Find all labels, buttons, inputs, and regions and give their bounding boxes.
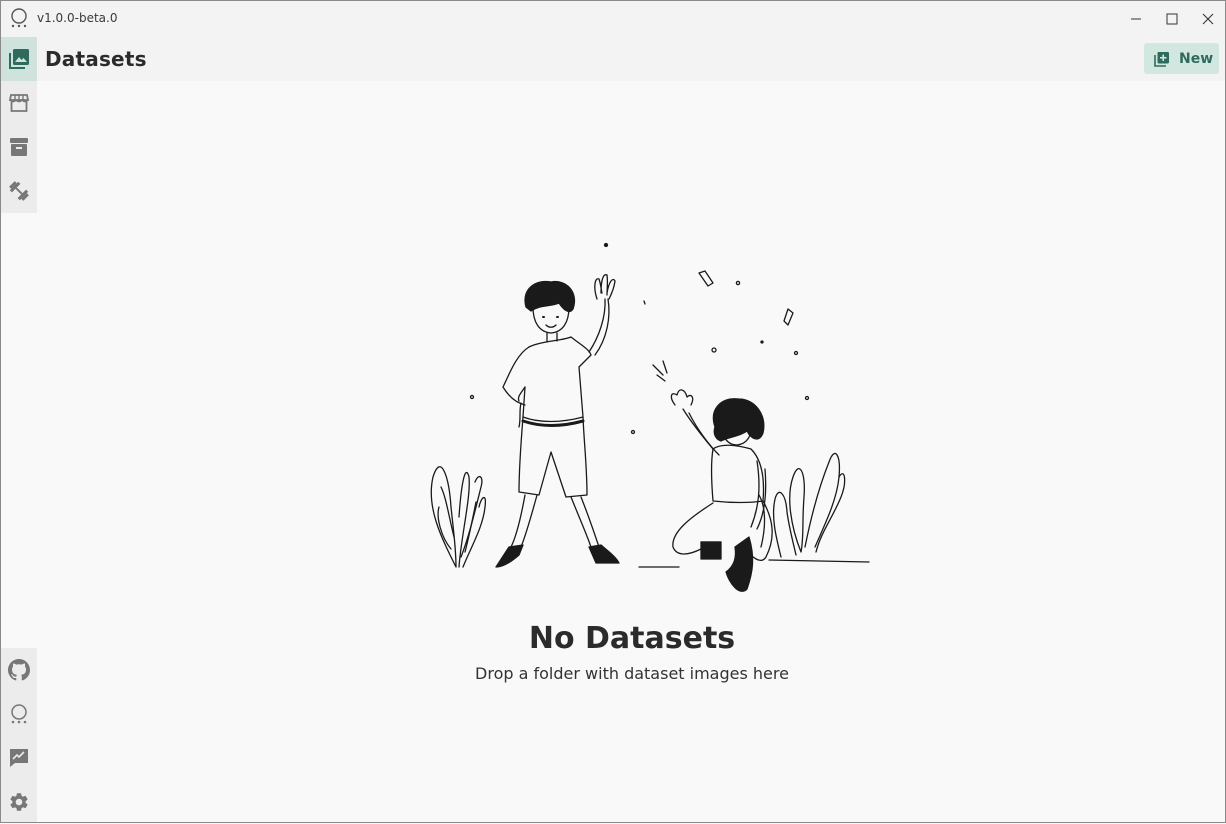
github-icon bbox=[8, 659, 30, 681]
minimize-button[interactable] bbox=[1118, 1, 1154, 37]
empty-state-illustration bbox=[430, 242, 870, 592]
archive-box-icon bbox=[10, 138, 28, 156]
add-image-icon bbox=[1154, 51, 1169, 67]
storefront-icon bbox=[8, 94, 30, 112]
new-button-label: New bbox=[1179, 50, 1214, 67]
app-logo-icon bbox=[11, 704, 27, 724]
image-stack-icon bbox=[9, 49, 29, 69]
sidebar-item-training[interactable] bbox=[1, 169, 37, 213]
sidebar-item-feedback[interactable] bbox=[1, 736, 37, 780]
sidebar-item-settings[interactable] bbox=[1, 780, 37, 824]
sidebar-item-marketplace[interactable] bbox=[1, 81, 37, 125]
close-button[interactable] bbox=[1190, 1, 1226, 37]
sidebar-item-app-logo[interactable] bbox=[1, 692, 37, 736]
app-logo-icon bbox=[11, 8, 27, 28]
app-version: v1.0.0-beta.0 bbox=[37, 11, 118, 25]
sidebar-footer bbox=[1, 648, 37, 822]
dumbbell-icon bbox=[9, 181, 29, 201]
close-icon bbox=[1202, 13, 1214, 25]
maximize-icon bbox=[1166, 13, 1178, 25]
gear-icon bbox=[10, 793, 28, 811]
page-header: Datasets New bbox=[37, 37, 1225, 81]
title-bar[interactable]: v1.0.0-beta.0 bbox=[1, 1, 1225, 37]
maximize-button[interactable] bbox=[1154, 1, 1190, 37]
empty-state-title: No Datasets bbox=[528, 621, 736, 656]
app-window: v1.0.0-beta.0 Datasets New No Datasets D… bbox=[0, 0, 1226, 823]
feedback-icon bbox=[10, 749, 28, 767]
sidebar-item-datasets[interactable] bbox=[1, 37, 37, 81]
minimize-icon bbox=[1131, 18, 1141, 20]
empty-state-subtitle: Drop a folder with dataset images here bbox=[475, 664, 789, 683]
page-title: Datasets bbox=[45, 47, 147, 71]
sidebar-item-github[interactable] bbox=[1, 648, 37, 692]
sidebar-nav bbox=[1, 37, 37, 213]
sidebar-item-archive[interactable] bbox=[1, 125, 37, 169]
new-dataset-button[interactable]: New bbox=[1144, 43, 1219, 74]
